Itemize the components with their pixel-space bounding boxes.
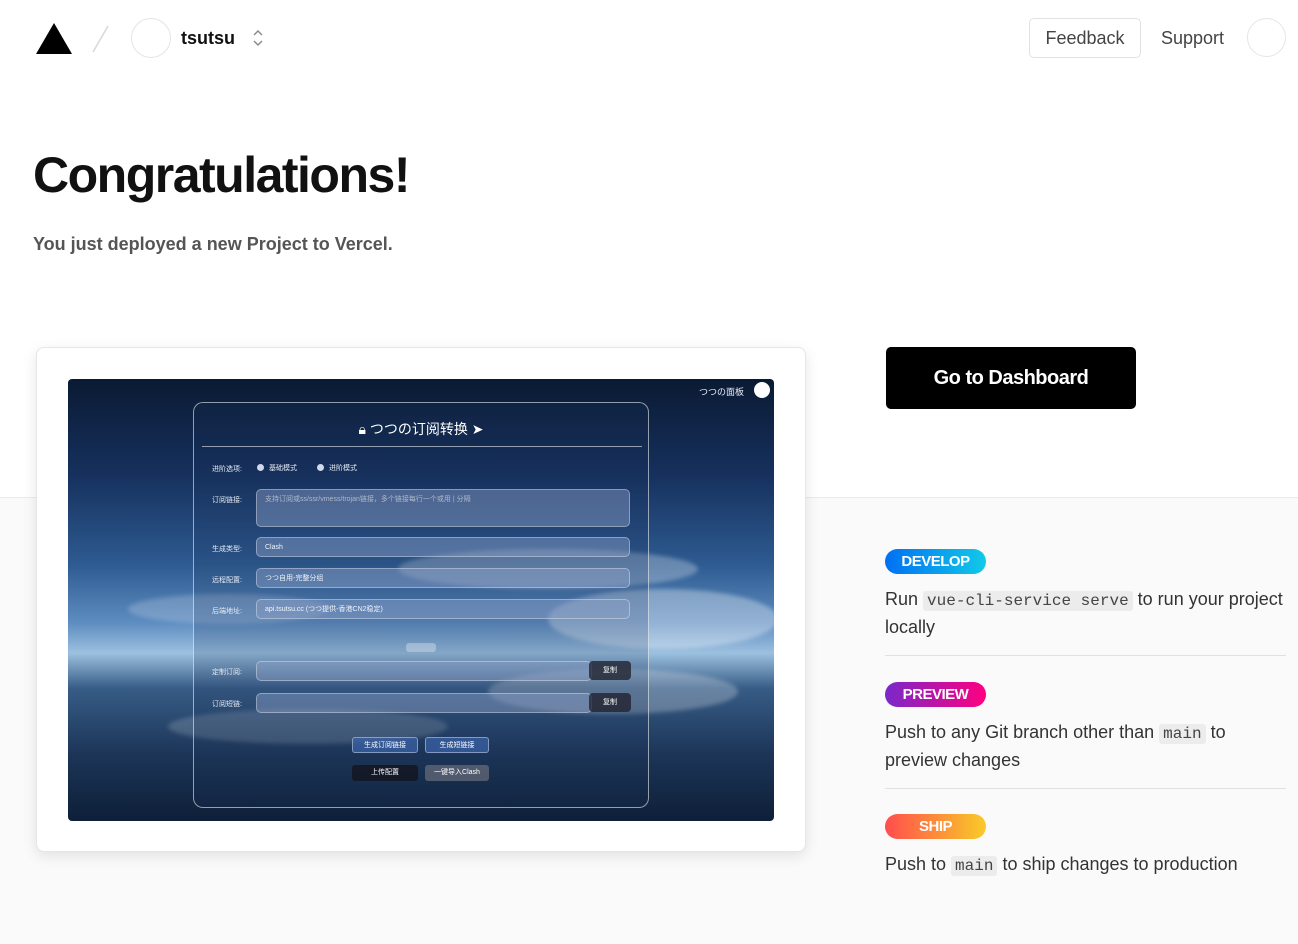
custom-sub-input[interactable] [256, 661, 592, 681]
step-ship: SHIP Push to main to ship changes to pro… [885, 814, 1285, 879]
import-clash-button[interactable]: 一键导入Clash [425, 765, 489, 781]
palette-icon [754, 382, 770, 398]
deployment-screenshot[interactable]: つつの面板 🔒︎ つつの订阅转换 ➤ 进阶选项: 基础模式 进阶模式 订阅链接:… [68, 379, 774, 821]
step-divider [885, 788, 1286, 789]
upload-config-button[interactable]: 上传配置 [352, 765, 418, 781]
breadcrumb-separator-icon [92, 25, 109, 53]
step-ship-text: Push to main to ship changes to producti… [885, 854, 1238, 876]
page-title: Congratulations! [33, 147, 410, 203]
go-to-dashboard-button[interactable]: Go to Dashboard [886, 347, 1136, 409]
panel-brand-label: つつの面板 [698, 387, 744, 397]
converter-panel: 🔒︎ つつの订阅转换 ➤ 进阶选项: 基础模式 进阶模式 订阅链接: 支持订阅或… [193, 402, 649, 808]
gen-short-button[interactable]: 生成短链接 [425, 737, 489, 753]
step-preview-text: Push to any Git branch other than main t… [885, 722, 1226, 770]
type-label: 生成类型: [212, 546, 242, 553]
type-select[interactable]: Clash [256, 537, 630, 557]
panel-title: 🔒︎ つつの订阅转换 ➤ [358, 421, 484, 437]
step-develop: DEVELOP Run vue-cli-service serve to run… [885, 549, 1285, 640]
ship-badge: SHIP [885, 814, 986, 839]
radio-advanced[interactable]: 进阶模式 [317, 463, 357, 473]
search-icon[interactable] [406, 643, 436, 652]
mode-label: 进阶选项: [212, 466, 242, 473]
sub-label: 订阅链接: [212, 497, 242, 504]
team-avatar[interactable] [131, 18, 171, 58]
remote-input[interactable]: つつ自用-完整分组 [256, 568, 630, 588]
radio-basic[interactable]: 基础模式 [257, 463, 297, 473]
feedback-button[interactable]: Feedback [1029, 18, 1141, 58]
copy-short-link-button[interactable]: 复制 [589, 693, 631, 712]
remote-label: 远程配置: [212, 577, 242, 584]
preview-badge: PREVIEW [885, 682, 986, 707]
user-avatar[interactable] [1247, 18, 1286, 57]
step-develop-text: Run vue-cli-service serve to run your pr… [885, 589, 1283, 637]
copy-custom-sub-button[interactable]: 复制 [589, 661, 631, 680]
deployment-preview-card[interactable]: つつの面板 🔒︎ つつの订阅转换 ➤ 进阶选项: 基础模式 进阶模式 订阅链接:… [36, 347, 806, 852]
short-link-label: 订阅短链: [212, 701, 242, 708]
panel-divider [202, 446, 642, 447]
vercel-logo-icon[interactable] [36, 23, 72, 54]
page-subtitle: You just deployed a new Project to Verce… [33, 234, 393, 254]
step-preview: PREVIEW Push to any Git branch other tha… [885, 682, 1285, 773]
backend-select[interactable]: api.tsutsu.cc (つつ提供-香港CN2稳定) [256, 599, 630, 619]
step-divider [885, 655, 1286, 656]
team-name[interactable]: tsutsu [181, 28, 235, 49]
sub-input[interactable]: 支持订阅或ss/ssr/vmess/trojan链接，多个链接每行一个或用 | … [256, 489, 630, 527]
short-link-input[interactable] [256, 693, 592, 713]
backend-label: 后端地址: [212, 608, 242, 615]
send-icon: ➤ [471, 421, 484, 437]
lock-icon: 🔒︎ [358, 421, 366, 437]
chevron-up-down-icon[interactable] [250, 26, 266, 50]
support-link[interactable]: Support [1161, 28, 1224, 49]
top-nav: tsutsu Feedback Support [0, 0, 1298, 78]
custom-sub-label: 定制订阅: [212, 669, 242, 676]
develop-badge: DEVELOP [885, 549, 986, 574]
gen-sub-button[interactable]: 生成订阅链接 [352, 737, 418, 753]
